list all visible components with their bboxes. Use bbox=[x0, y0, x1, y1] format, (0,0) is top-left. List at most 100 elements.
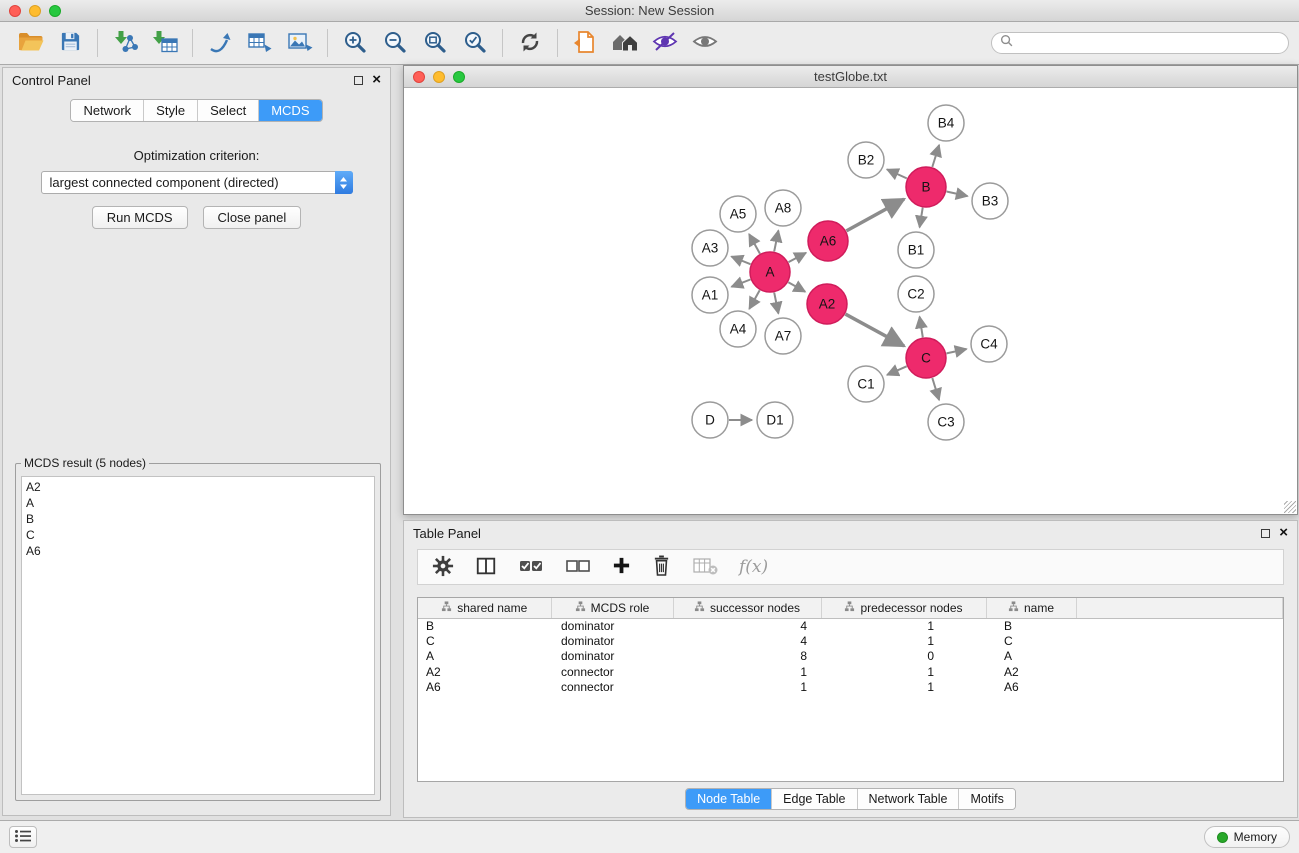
search-input[interactable] bbox=[1018, 36, 1280, 50]
mcds-result-item[interactable]: A6 bbox=[26, 543, 370, 559]
tab-edge-table[interactable]: Edge Table bbox=[771, 789, 856, 809]
graph-node-B1[interactable]: B1 bbox=[898, 232, 934, 268]
column-header-shared-name[interactable]: shared name bbox=[418, 598, 551, 618]
graph-node-C3[interactable]: C3 bbox=[928, 404, 964, 440]
table-row[interactable]: Bdominator41B bbox=[418, 618, 1283, 634]
graph-node-C[interactable]: C bbox=[906, 338, 946, 378]
add-row-button[interactable] bbox=[612, 556, 631, 578]
graphics-details-button[interactable] bbox=[645, 26, 685, 60]
graph-edge-C-C2[interactable] bbox=[920, 317, 923, 338]
table-row[interactable]: Cdominator41C bbox=[418, 634, 1283, 650]
graph-node-A2[interactable]: A2 bbox=[807, 284, 847, 324]
tab-select[interactable]: Select bbox=[197, 100, 258, 121]
table-settings-button[interactable] bbox=[432, 555, 454, 580]
graph-node-A4[interactable]: A4 bbox=[720, 311, 756, 347]
show-panels-button[interactable] bbox=[9, 826, 37, 848]
float-panel-icon[interactable] bbox=[354, 76, 363, 85]
table-row[interactable]: A6connector11A6 bbox=[418, 680, 1283, 696]
graph-node-C1[interactable]: C1 bbox=[848, 366, 884, 402]
import-table-from-file-button[interactable] bbox=[145, 26, 185, 60]
graph-node-B2[interactable]: B2 bbox=[848, 142, 884, 178]
show-hide-button[interactable] bbox=[685, 26, 725, 60]
graph-node-A[interactable]: A bbox=[750, 252, 790, 292]
graph-node-A7[interactable]: A7 bbox=[765, 318, 801, 354]
criterion-dropdown[interactable]: largest connected component (directed) bbox=[41, 171, 353, 194]
graph-node-A3[interactable]: A3 bbox=[692, 230, 728, 266]
graph-edge-A-A1[interactable] bbox=[732, 280, 751, 287]
zoom-in-button[interactable] bbox=[335, 26, 375, 60]
graph-node-A5[interactable]: A5 bbox=[720, 196, 756, 232]
graph-edge-B-B4[interactable] bbox=[932, 145, 939, 167]
close-panel-icon[interactable]: × bbox=[372, 74, 381, 86]
home-button[interactable] bbox=[605, 26, 645, 60]
graph-edge-A-A4[interactable] bbox=[749, 290, 759, 309]
graph-edge-A-A5[interactable] bbox=[749, 234, 760, 254]
graph-edge-B-B2[interactable] bbox=[887, 169, 907, 178]
resize-grip[interactable] bbox=[1284, 501, 1296, 513]
memory-button[interactable]: Memory bbox=[1204, 826, 1290, 848]
mcds-result-item[interactable]: A2 bbox=[26, 479, 370, 495]
mcds-result-item[interactable]: A bbox=[26, 495, 370, 511]
graph-node-A8[interactable]: A8 bbox=[765, 190, 801, 226]
function-builder-button[interactable]: f(x) bbox=[739, 557, 768, 577]
graph-node-C4[interactable]: C4 bbox=[971, 326, 1007, 362]
network-canvas[interactable]: B4 B2 B B3 A5A8A6 A3 B1 A C2 A1 A2 A4A7 C4 C C1 C3 D D1 bbox=[404, 88, 1297, 514]
graph-edge-B-B3[interactable] bbox=[947, 192, 968, 197]
graph-node-B4[interactable]: B4 bbox=[928, 105, 964, 141]
new-network-button[interactable] bbox=[200, 26, 240, 60]
tab-mcds[interactable]: MCDS bbox=[258, 100, 321, 121]
graph-node-B3[interactable]: B3 bbox=[972, 183, 1008, 219]
column-header-mcds-role[interactable]: MCDS role bbox=[551, 598, 673, 618]
tab-network[interactable]: Network bbox=[71, 100, 143, 121]
refresh-button[interactable] bbox=[510, 26, 550, 60]
select-all-button[interactable] bbox=[518, 556, 544, 579]
float-table-panel-icon[interactable] bbox=[1261, 529, 1270, 538]
delete-table-button[interactable] bbox=[692, 556, 718, 579]
graph-edge-A-A7[interactable] bbox=[774, 293, 778, 314]
tab-style[interactable]: Style bbox=[143, 100, 197, 121]
graph-edge-A-A8[interactable] bbox=[774, 231, 778, 252]
graph-edge-A-A2[interactable] bbox=[788, 282, 805, 292]
zoom-fit-button[interactable] bbox=[415, 26, 455, 60]
graph-node-A1[interactable]: A1 bbox=[692, 277, 728, 313]
import-network-from-file-button[interactable] bbox=[105, 26, 145, 60]
graph-node-B[interactable]: B bbox=[906, 167, 946, 207]
delete-row-button[interactable] bbox=[652, 555, 671, 579]
tab-node-table[interactable]: Node Table bbox=[686, 789, 771, 809]
open-document-button[interactable] bbox=[565, 26, 605, 60]
table-row[interactable]: Adominator80A bbox=[418, 649, 1283, 665]
graph-edge-C-C1[interactable] bbox=[887, 366, 907, 375]
column-header-name[interactable]: name bbox=[986, 598, 1076, 618]
graph-edge-A2-C[interactable] bbox=[845, 314, 904, 346]
column-header-predecessor-nodes[interactable]: predecessor nodes bbox=[821, 598, 986, 618]
zoom-out-button[interactable] bbox=[375, 26, 415, 60]
graph-edge-C-C4[interactable] bbox=[947, 349, 967, 353]
graph-edge-B-B1[interactable] bbox=[920, 208, 923, 228]
graph-edge-A-A3[interactable] bbox=[731, 257, 750, 265]
open-session-button[interactable] bbox=[10, 26, 50, 60]
save-session-button[interactable] bbox=[50, 26, 90, 60]
tab-motifs[interactable]: Motifs bbox=[958, 789, 1014, 809]
graph-edge-C-C3[interactable] bbox=[932, 378, 939, 400]
mcds-result-list[interactable]: A2ABCA6 bbox=[21, 476, 375, 795]
graph-node-A6[interactable]: A6 bbox=[808, 221, 848, 261]
network-graph[interactable]: B4 B2 B B3 A5A8A6 A3 B1 A C2 A1 A2 A4A7 C4 C C1 C3 D D1 bbox=[404, 88, 1297, 514]
column-header-successor-nodes[interactable]: successor nodes bbox=[673, 598, 821, 618]
mcds-result-item[interactable]: B bbox=[26, 511, 370, 527]
zoom-selected-button[interactable] bbox=[455, 26, 495, 60]
export-image-button[interactable] bbox=[280, 26, 320, 60]
graph-node-D1[interactable]: D1 bbox=[757, 402, 793, 438]
graph-edge-A-A6[interactable] bbox=[789, 253, 807, 262]
close-panel-button[interactable]: Close panel bbox=[203, 206, 302, 229]
graph-node-C2[interactable]: C2 bbox=[898, 276, 934, 312]
new-network-from-table-button[interactable] bbox=[240, 26, 280, 60]
close-table-panel-icon[interactable]: × bbox=[1279, 527, 1288, 539]
graph-edge-A6-B[interactable] bbox=[846, 199, 904, 231]
run-mcds-button[interactable]: Run MCDS bbox=[92, 206, 188, 229]
deselect-all-button[interactable] bbox=[565, 556, 591, 579]
table-row[interactable]: A2connector11A2 bbox=[418, 665, 1283, 681]
show-columns-button[interactable] bbox=[475, 555, 497, 580]
tab-network-table[interactable]: Network Table bbox=[857, 789, 959, 809]
mcds-result-item[interactable]: C bbox=[26, 527, 370, 543]
graph-node-D[interactable]: D bbox=[692, 402, 728, 438]
